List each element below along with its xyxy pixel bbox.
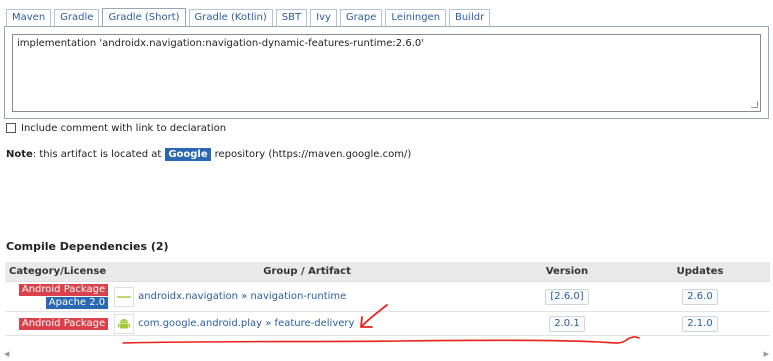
- dependency-snippet-textarea[interactable]: implementation 'androidx.navigation:navi…: [12, 34, 761, 112]
- annotation-underline: [122, 336, 640, 344]
- header-updates: Updates: [630, 262, 770, 282]
- note-prefix: Note: [6, 148, 33, 160]
- table-row: Android Package com.google.android.play …: [5, 311, 770, 336]
- tab-grape[interactable]: Grape: [339, 9, 383, 26]
- repository-note: Note : this artifact is located at Googl…: [6, 147, 411, 161]
- category-cell: Android Package Apache 2.0: [5, 281, 111, 312]
- category-badge[interactable]: Android Package: [18, 284, 109, 296]
- table-row: Android Package Apache 2.0 androidx.navi…: [5, 281, 770, 312]
- header-category: Category/License: [5, 262, 111, 282]
- version-cell: [2.6.0]: [504, 281, 630, 312]
- android-robot-icon: [114, 313, 135, 334]
- separator: »: [241, 291, 248, 302]
- androidx-logo-icon: [114, 286, 135, 307]
- updates-cell: 2.6.0: [630, 281, 770, 312]
- include-comment-checkbox[interactable]: [6, 123, 16, 133]
- tab-gradle-kotlin[interactable]: Gradle (Kotlin): [188, 9, 273, 26]
- artifact-id[interactable]: feature-delivery: [275, 318, 355, 329]
- tab-buildr[interactable]: Buildr: [449, 9, 491, 26]
- updates-cell: 2.1.0: [630, 311, 770, 336]
- build-tool-tabs: Maven Gradle Gradle (Short) Gradle (Kotl…: [6, 8, 493, 27]
- artifact-link[interactable]: androidx.navigation » navigation-runtime: [138, 291, 346, 302]
- version-link[interactable]: [2.6.0]: [545, 288, 589, 305]
- compile-dependencies-title: Compile Dependencies (2): [6, 240, 169, 253]
- include-comment-label[interactable]: Include comment with link to declaration: [21, 123, 226, 134]
- group-artifact-cell: com.google.android.play » feature-delive…: [110, 311, 504, 336]
- tab-ivy[interactable]: Ivy: [310, 9, 337, 26]
- tab-gradle-short[interactable]: Gradle (Short): [102, 8, 186, 27]
- tab-sbt[interactable]: SBT: [275, 9, 308, 26]
- horizontal-scrollbar[interactable]: ◀ ▶: [4, 350, 769, 358]
- separator: »: [265, 318, 272, 329]
- google-repository-badge[interactable]: Google: [165, 147, 211, 161]
- scroll-left-icon[interactable]: ◀: [4, 350, 9, 358]
- header-version: Version: [504, 262, 630, 282]
- resize-grip-icon[interactable]: [751, 101, 758, 108]
- include-comment-option: Include comment with link to declaration: [6, 122, 226, 134]
- group-artifact-cell: androidx.navigation » navigation-runtime: [110, 281, 504, 312]
- tab-leiningen[interactable]: Leiningen: [385, 9, 447, 26]
- group-id[interactable]: androidx.navigation: [138, 291, 238, 302]
- artifact-page: Maven Gradle Gradle (Short) Gradle (Kotl…: [0, 0, 773, 361]
- note-text-after: repository (https://maven.google.com/): [214, 148, 412, 160]
- artifact-link[interactable]: com.google.android.play » feature-delive…: [138, 318, 354, 329]
- group-id[interactable]: com.google.android.play: [138, 318, 262, 329]
- note-text-before: : this artifact is located at: [32, 148, 162, 160]
- version-cell: 2.0.1: [504, 311, 630, 336]
- update-version-link[interactable]: 2.1.0: [682, 315, 718, 332]
- table-header-row: Category/License Group / Artifact Versio…: [5, 262, 770, 282]
- snippet-panel: implementation 'androidx.navigation:navi…: [4, 26, 769, 119]
- version-link[interactable]: 2.0.1: [549, 315, 585, 332]
- license-badge[interactable]: Apache 2.0: [45, 297, 109, 309]
- tab-gradle[interactable]: Gradle: [54, 9, 100, 26]
- tab-maven[interactable]: Maven: [6, 9, 52, 26]
- header-group-artifact: Group / Artifact: [110, 262, 504, 282]
- scroll-right-icon[interactable]: ▶: [764, 350, 769, 358]
- update-version-link[interactable]: 2.6.0: [682, 288, 718, 305]
- artifact-id[interactable]: navigation-runtime: [251, 291, 347, 302]
- category-badge[interactable]: Android Package: [18, 317, 109, 330]
- compile-dependencies-table: Category/License Group / Artifact Versio…: [5, 262, 770, 336]
- category-cell: Android Package: [5, 311, 111, 336]
